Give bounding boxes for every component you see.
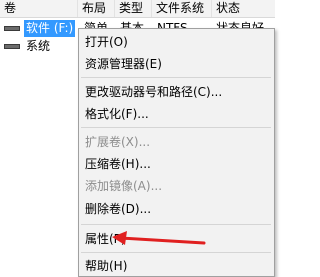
volume-name: 系统: [26, 39, 51, 53]
context-menu: 打开(O) 资源管理器(E) 更改驱动器号和路径(C)... 格式化(F)...…: [78, 28, 275, 277]
drive-icon: [4, 26, 20, 31]
menu-separator: [81, 77, 271, 78]
menu-separator: [81, 127, 271, 128]
column-header-volume[interactable]: 卷: [0, 0, 78, 17]
menu-item-add-mirror: 添加镜像(A)...: [85, 179, 163, 193]
menu-item-shrink-volume[interactable]: 压缩卷(H)...: [79, 154, 274, 174]
menu-item-delete-volume[interactable]: 删除卷(D)...: [79, 199, 274, 219]
menu-item-explorer[interactable]: 资源管理器(E): [79, 54, 274, 74]
volume-name: 软件 (F:): [24, 20, 76, 37]
menu-item-help[interactable]: 帮助(H): [79, 256, 274, 276]
column-header-type[interactable]: 类型: [115, 0, 152, 17]
menu-item-properties[interactable]: 属性(P): [79, 229, 274, 249]
column-header-filesystem[interactable]: 文件系统: [152, 0, 212, 17]
menu-separator: [81, 224, 271, 225]
column-header-layout[interactable]: 布局: [78, 0, 115, 17]
menu-item-format[interactable]: 格式化(F)...: [79, 104, 274, 124]
column-header: 卷 布局 类型 文件系统 状态: [0, 0, 275, 18]
drive-icon: [4, 44, 20, 49]
menu-item-change-drive-letter[interactable]: 更改驱动器号和路径(C)...: [79, 82, 274, 102]
menu-item-extend-volume: 扩展卷(X)...: [85, 135, 151, 149]
column-header-status[interactable]: 状态: [212, 0, 275, 17]
menu-item-open[interactable]: 打开(O): [79, 32, 274, 52]
menu-separator: [81, 252, 271, 253]
